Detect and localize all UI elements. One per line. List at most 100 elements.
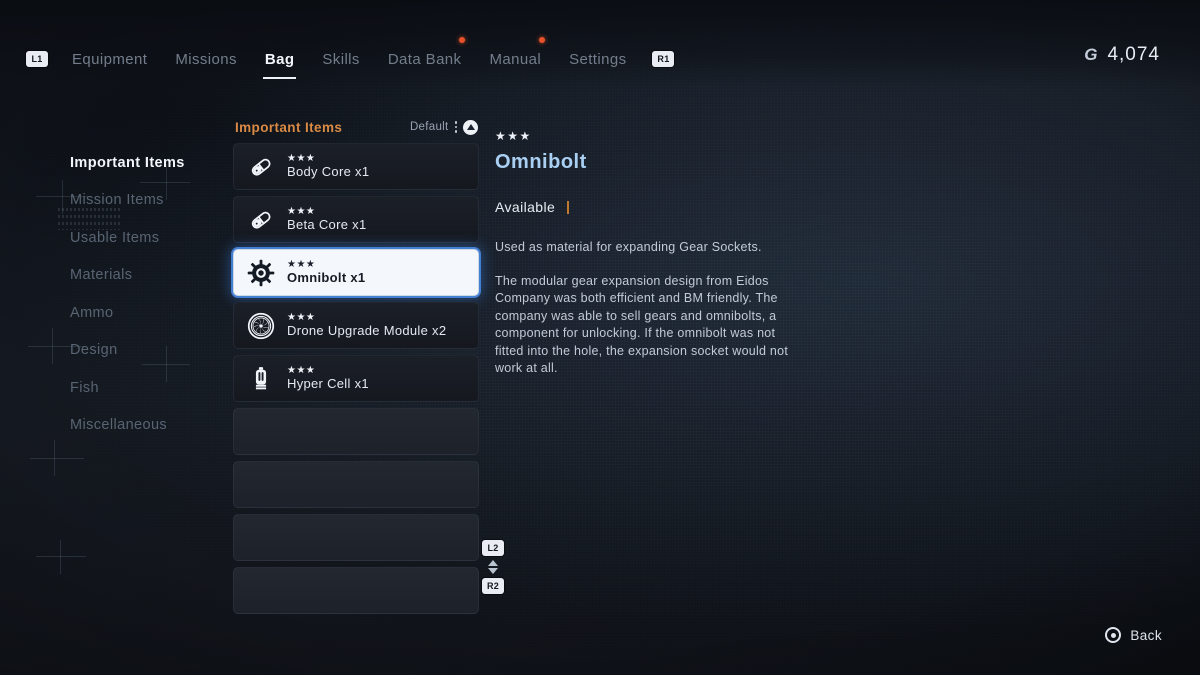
nav-tab-label: Data Bank <box>387 50 462 68</box>
sort-label: Default <box>409 121 449 133</box>
item-rarity-stars: ★★★ <box>287 311 316 323</box>
sidebar-item-label: Fish <box>70 379 99 396</box>
currency-display: G 4,074 <box>1084 44 1160 66</box>
l1-shoulder-key-icon[interactable]: L1 <box>26 51 48 67</box>
gear-bolt-icon <box>246 258 276 288</box>
turbine-icon <box>246 311 276 341</box>
item-row[interactable]: ★★★ Drone Upgrade Module x2 <box>233 302 479 349</box>
footer-hints[interactable]: Back <box>1105 627 1162 643</box>
nav-tab-label: Missions <box>175 50 237 68</box>
item-row-empty <box>233 514 479 561</box>
nav-tab-label: Manual <box>489 50 542 68</box>
item-text: ★★★ Hyper Cell x1 <box>287 364 369 391</box>
deco-tick <box>54 440 55 476</box>
detail-item-title: Omnibolt <box>495 151 587 173</box>
notification-dot-icon <box>459 37 466 43</box>
currency-amount: 4,074 <box>1107 44 1160 65</box>
item-row-empty <box>233 408 479 455</box>
triangle-up-icon[interactable] <box>463 119 478 135</box>
nav-tab-missions[interactable]: Missions <box>161 44 251 74</box>
r1-shoulder-key-icon[interactable]: R1 <box>652 51 675 67</box>
sort-control[interactable]: Default <box>409 119 478 135</box>
canister-icon <box>246 364 276 394</box>
detail-rarity-stars: ★★★ <box>495 129 532 143</box>
item-rows: ★★★ Body Core x1 ★★★ Beta Core x1 ★★★ Omnibol… <box>233 143 479 614</box>
detail-status-label: Available <box>495 199 556 215</box>
nav-tab-manual[interactable]: Manual <box>475 37 555 74</box>
currency-symbol-icon: G <box>1084 45 1099 64</box>
scroll-arrows-icon <box>488 560 498 574</box>
active-tab-underline <box>262 77 297 79</box>
sidebar-item-materials[interactable]: Materials <box>70 257 230 295</box>
capsule-icon <box>246 205 276 235</box>
deco-tick <box>60 540 61 574</box>
l2-trigger-key-icon[interactable]: L2 <box>482 540 504 556</box>
back-label: Back <box>1130 627 1162 643</box>
item-label: Omnibolt x1 <box>287 269 366 285</box>
nav-tab-label: Settings <box>569 50 627 68</box>
detail-description-short: Used as material for expanding Gear Sock… <box>495 240 762 254</box>
deco-tick <box>30 458 84 459</box>
item-label: Hyper Cell x1 <box>287 375 369 391</box>
item-row-empty <box>233 461 479 508</box>
nav-tab-skills[interactable]: Skills <box>308 44 373 74</box>
category-sidebar: Important Items Mission Items Usable Items… <box>0 96 232 616</box>
top-bar: L1 Equipment Missions Bag Skills Data Bank Ma… <box>0 0 1200 88</box>
item-label: Body Core x1 <box>287 163 370 179</box>
nav-tab-label: Bag <box>264 50 295 68</box>
item-detail-panel: ★★★ Omnibolt Available Used as material … <box>495 130 795 378</box>
scroll-hint: L2 R2 <box>482 540 504 594</box>
item-row[interactable]: ★★★ Beta Core x1 <box>233 196 479 243</box>
nav-tab-data-bank[interactable]: Data Bank <box>374 37 476 74</box>
item-text: ★★★ Beta Core x1 <box>287 205 367 232</box>
nav-tab-settings[interactable]: Settings <box>555 44 640 74</box>
status-accent-bar <box>567 200 570 214</box>
deco-tick <box>52 328 53 364</box>
sidebar-item-label: Ammo <box>70 304 114 321</box>
sidebar-item-label: Mission Items <box>70 192 164 209</box>
capsule-icon <box>246 152 276 182</box>
item-list-title: Important Items <box>235 119 343 135</box>
detail-description: Used as material for expanding Gear Sock… <box>495 239 795 378</box>
item-text: ★★★ Omnibolt x1 <box>287 258 366 285</box>
sidebar-item-label: Miscellaneous <box>70 417 168 434</box>
nav-tab-equipment[interactable]: Equipment <box>58 44 161 74</box>
item-row[interactable]: ★★★ Omnibolt x1 <box>233 249 479 296</box>
sidebar-item-usable-items[interactable]: Usable Items <box>70 219 230 257</box>
sidebar-item-miscellaneous[interactable]: Miscellaneous <box>70 407 230 445</box>
sidebar-item-label: Design <box>70 342 118 359</box>
item-row-empty <box>233 567 479 614</box>
sidebar-item-important-items[interactable]: Important Items <box>70 144 230 182</box>
main-navigation: L1 Equipment Missions Bag Skills Data Bank Ma… <box>26 37 675 79</box>
detail-description-long: The modular gear expansion design from E… <box>495 273 789 376</box>
nav-tab-list: Equipment Missions Bag Skills Data Bank Manua… <box>58 37 640 79</box>
notification-dot-icon <box>539 37 546 43</box>
sidebar-item-label: Materials <box>70 267 133 284</box>
nav-tab-label: Equipment <box>72 50 148 68</box>
item-text: ★★★ Drone Upgrade Module x2 <box>287 311 447 338</box>
nav-tab-bag[interactable]: Bag <box>251 44 309 79</box>
sidebar-item-label: Important Items <box>70 154 185 171</box>
item-label: Beta Core x1 <box>287 216 367 232</box>
item-rarity-stars: ★★★ <box>287 364 316 376</box>
sidebar-item-ammo[interactable]: Ammo <box>70 294 230 332</box>
item-list-panel: Important Items Default ★★★ Body Core x1 ★… <box>233 116 479 614</box>
sidebar-item-design[interactable]: Design <box>70 332 230 370</box>
item-rarity-stars: ★★★ <box>287 258 316 270</box>
item-rarity-stars: ★★★ <box>287 152 316 164</box>
detail-status-row: Available <box>495 199 795 215</box>
nav-tab-label: Skills <box>322 50 360 68</box>
item-text: ★★★ Body Core x1 <box>287 152 370 179</box>
circle-button-icon[interactable] <box>1105 627 1122 643</box>
r2-trigger-key-icon[interactable]: R2 <box>482 578 504 594</box>
deco-tick <box>36 556 86 557</box>
sidebar-item-mission-items[interactable]: Mission Items <box>70 182 230 220</box>
sidebar-item-fish[interactable]: Fish <box>70 369 230 407</box>
sort-options-icon[interactable] <box>454 121 457 133</box>
item-label: Drone Upgrade Module x2 <box>287 322 447 338</box>
sidebar-item-label: Usable Items <box>70 229 160 246</box>
item-list-header: Important Items Default <box>233 116 479 138</box>
item-row[interactable]: ★★★ Hyper Cell x1 <box>233 355 479 402</box>
item-row[interactable]: ★★★ Body Core x1 <box>233 143 479 190</box>
item-rarity-stars: ★★★ <box>287 205 316 217</box>
